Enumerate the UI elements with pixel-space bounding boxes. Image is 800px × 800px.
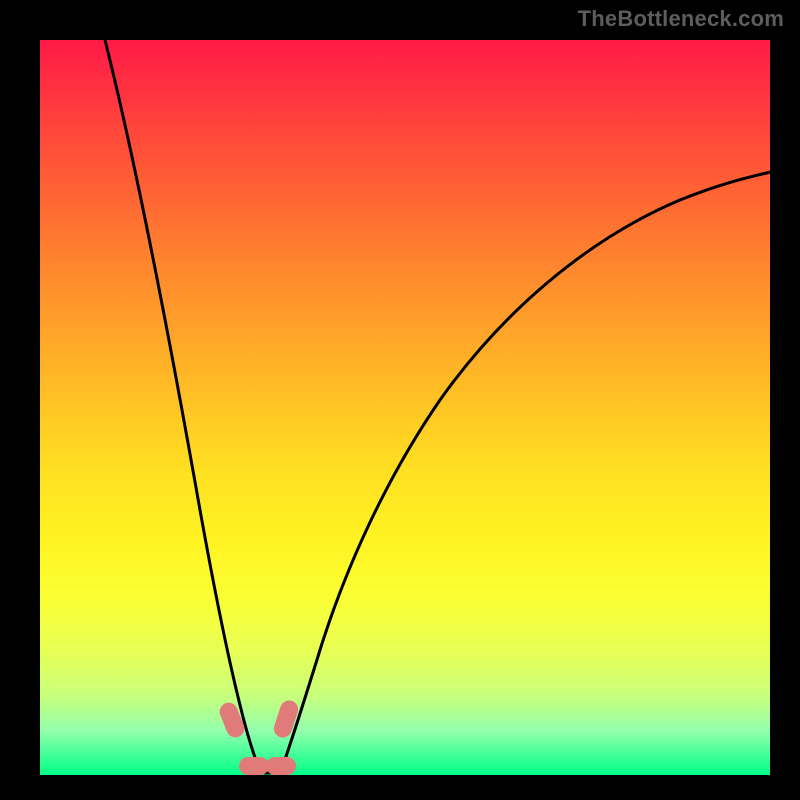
chart-canvas: TheBottleneck.com: [0, 0, 800, 800]
marker-bottom-left: [239, 757, 269, 775]
marker-right-upper: [272, 698, 301, 740]
curve-layer: [40, 40, 770, 775]
markers-group: [217, 698, 301, 775]
left-curve: [105, 40, 258, 766]
marker-bottom-right: [266, 757, 296, 775]
watermark-text: TheBottleneck.com: [578, 6, 784, 32]
plot-area: [40, 40, 770, 775]
right-curve: [282, 172, 770, 768]
